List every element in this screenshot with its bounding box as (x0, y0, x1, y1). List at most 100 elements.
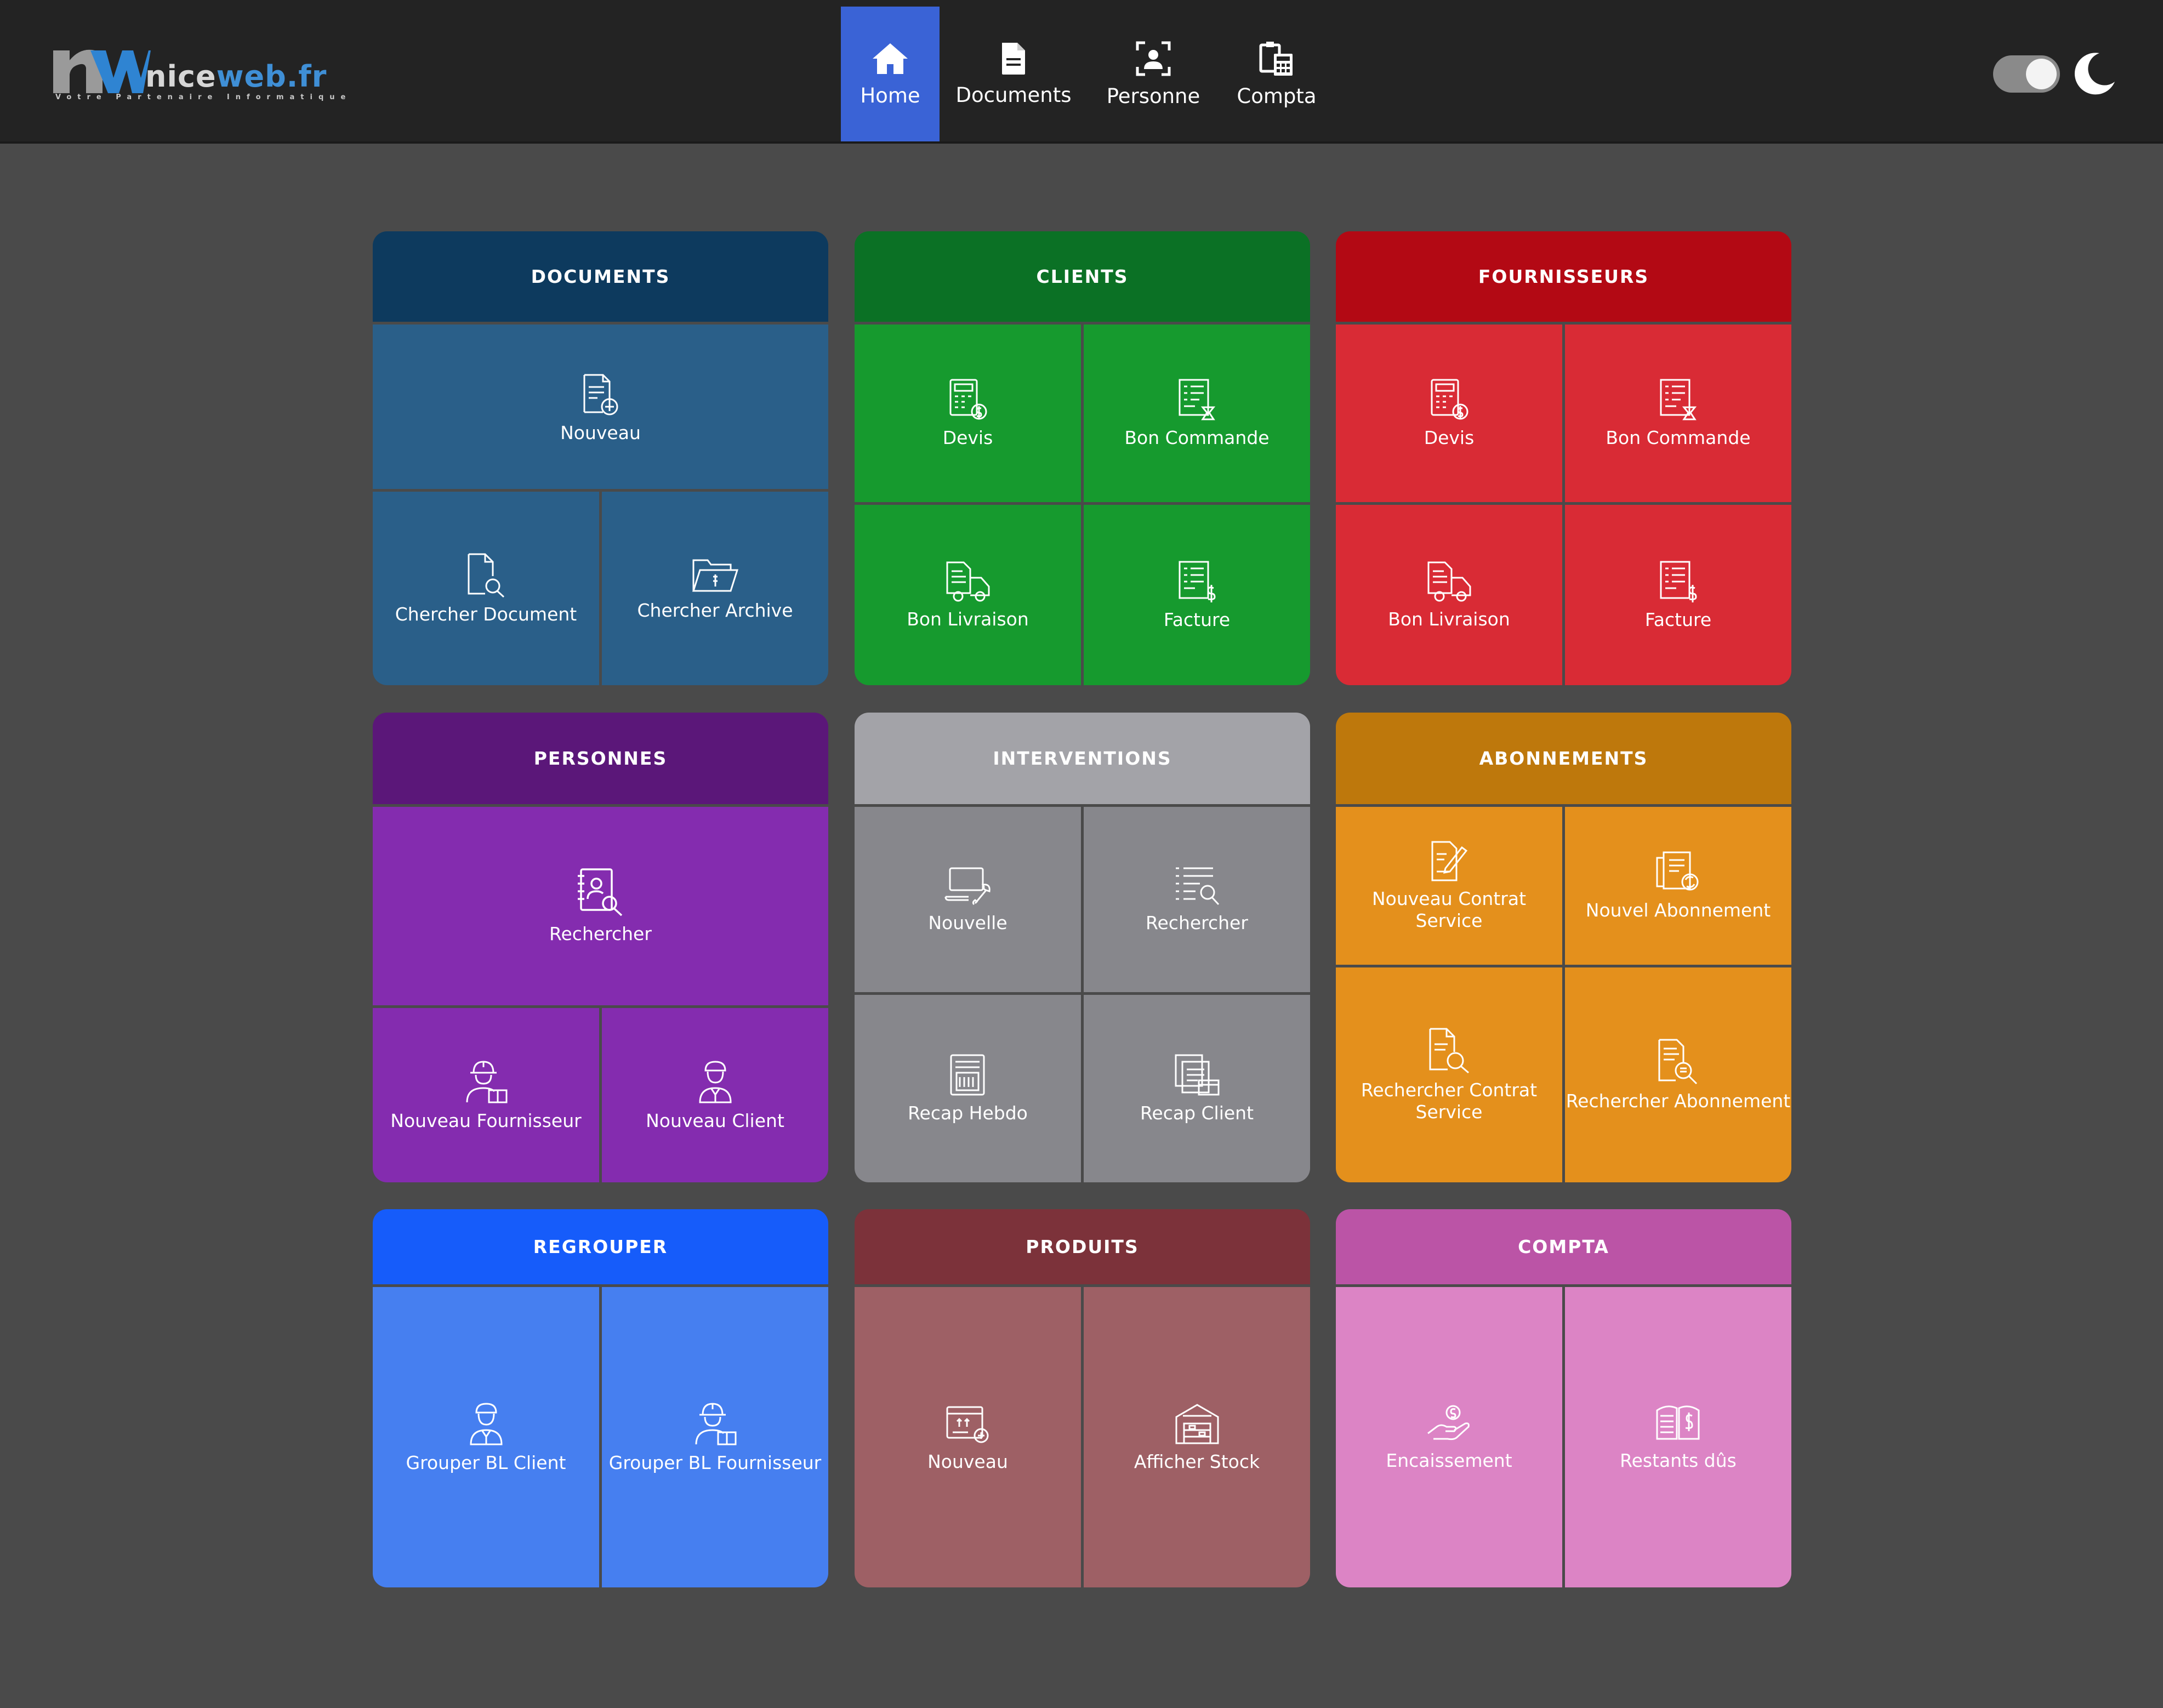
tile-recap-client-label: Recap Client (1140, 1102, 1254, 1124)
tile-encaissement[interactable]: Encaissement (1336, 1287, 1562, 1587)
nav-personne[interactable]: Personne (1088, 7, 1219, 141)
laptop-repair-icon (944, 867, 991, 906)
card-personnes-title: PERSONNES (373, 713, 828, 807)
tile-chercher-document[interactable]: Chercher Document (373, 492, 599, 685)
tile-nouveau-fournisseur-label: Nouveau Fournisseur (390, 1110, 582, 1132)
card-personnes: PERSONNES Rechercher Nouveau Fournisseur… (373, 713, 828, 1182)
document-icon (1002, 42, 1025, 75)
logo[interactable]: niceweb.fr Votre Partenaire Informatique (52, 38, 345, 110)
subscription-search-icon (1658, 1039, 1697, 1085)
nav-documents[interactable]: Documents (940, 7, 1088, 141)
card-abonnements-title: ABONNEMENTS (1336, 713, 1791, 807)
tile-documents-nouveau[interactable]: Nouveau (373, 324, 828, 492)
tile-clients-bon-livraison[interactable]: Bon Livraison (855, 505, 1081, 685)
nav-home-label: Home (860, 83, 920, 107)
theme-switcher (1993, 52, 2115, 99)
card-documents-title: DOCUMENTS (373, 231, 828, 324)
delivery-truck-icon (946, 561, 989, 602)
tile-clients-devis[interactable]: Devis (855, 324, 1081, 502)
tile-documents-nouveau-label: Nouveau (560, 422, 641, 443)
tile-grouper-bl-client[interactable]: Grouper BL Client (373, 1287, 599, 1587)
subscription-renew-icon (1656, 851, 1698, 891)
contact-search-icon (577, 868, 622, 916)
card-interventions: INTERVENTIONS Nouvelle Rechercher Recap … (855, 713, 1310, 1182)
tile-grouper-bl-fournisseur[interactable]: Grouper BL Fournisseur (602, 1287, 828, 1587)
tile-nouveau-fournisseur[interactable]: Nouveau Fournisseur (373, 1008, 599, 1182)
tile-fournisseurs-facture-label: Facture (1644, 608, 1712, 630)
order-form-icon (1179, 379, 1215, 420)
logo-text-nice: nice (145, 59, 217, 94)
tile-chercher-archive[interactable]: Chercher Archive (602, 492, 828, 685)
tile-chercher-document-label: Chercher Document (395, 603, 577, 625)
tile-recap-hebdo[interactable]: Recap Hebdo (855, 995, 1081, 1182)
tile-fournisseurs-facture[interactable]: Facture (1565, 505, 1791, 685)
supplier-worker-icon (466, 1061, 507, 1103)
tile-interventions-nouvelle-label: Nouvelle (928, 912, 1007, 934)
invoice-icon (1660, 561, 1697, 602)
client-report-icon (1175, 1054, 1219, 1096)
new-product-box-icon (946, 1406, 988, 1443)
card-abonnements: ABONNEMENTS Nouveau Contrat Service Nouv… (1336, 713, 1791, 1182)
tile-fournisseurs-bon-livraison[interactable]: Bon Livraison (1336, 505, 1562, 685)
tile-recap-hebdo-label: Recap Hebdo (908, 1102, 1028, 1124)
top-navbar: niceweb.fr Votre Partenaire Informatique… (0, 0, 2163, 144)
tile-fournisseurs-devis[interactable]: Devis (1336, 324, 1562, 502)
tile-clients-bon-commande[interactable]: Bon Commande (1084, 324, 1310, 502)
tile-clients-facture-label: Facture (1163, 608, 1231, 630)
nav-personne-label: Personne (1106, 84, 1200, 108)
tile-nouvel-abonnement[interactable]: Nouvel Abonnement (1565, 807, 1791, 965)
new-document-icon (583, 374, 618, 415)
card-regrouper-title: REGROUPER (373, 1209, 828, 1287)
client-person-icon (469, 1403, 503, 1445)
tile-restants-dus[interactable]: Restants dûs (1565, 1287, 1791, 1587)
ledger-book-icon (1656, 1405, 1699, 1440)
tile-interventions-rechercher-label: Rechercher (1146, 912, 1248, 934)
tile-grouper-bl-client-label: Grouper BL Client (406, 1452, 566, 1474)
card-produits: PRODUITS Nouveau Afficher Stock (855, 1209, 1310, 1587)
tile-nouveau-contrat-service-label: Nouveau Contrat Service (1371, 888, 1527, 931)
tile-rechercher-abonnement[interactable]: Rechercher Abonnement (1565, 967, 1791, 1182)
toggle-knob (2026, 59, 2057, 89)
nav-compta[interactable]: Compta (1219, 7, 1334, 141)
delivery-truck-icon (1427, 561, 1471, 602)
contract-edit-icon (1431, 841, 1467, 881)
tile-interventions-nouvelle[interactable]: Nouvelle (855, 807, 1081, 992)
logo-mark (53, 49, 151, 93)
tile-personnes-rechercher[interactable]: Rechercher (373, 807, 828, 1005)
person-icon (1136, 41, 1171, 76)
tile-produits-nouveau-label: Nouveau (927, 1451, 1008, 1473)
logo-text: niceweb.fr (145, 59, 327, 94)
tile-interventions-rechercher[interactable]: Rechercher (1084, 807, 1310, 992)
tile-nouveau-client-label: Nouveau Client (646, 1110, 784, 1132)
card-clients: CLIENTS Devis Bon Commande Bon Livraison (855, 231, 1310, 685)
tile-chercher-archive-label: Chercher Archive (637, 599, 793, 621)
card-fournisseurs: FOURNISSEURS Devis Bon Commande Bon Livr… (1336, 231, 1791, 685)
tile-fournisseurs-bon-commande[interactable]: Bon Commande (1565, 324, 1791, 502)
order-form-icon (1660, 379, 1697, 420)
tile-clients-facture[interactable]: Facture (1084, 505, 1310, 685)
tile-nouveau-contrat-service[interactable]: Nouveau Contrat Service (1336, 807, 1562, 965)
tile-produits-nouveau[interactable]: Nouveau (855, 1287, 1081, 1587)
nav-home[interactable]: Home (841, 7, 940, 141)
nav-compta-label: Compta (1237, 84, 1317, 108)
moon-icon (2074, 53, 2115, 95)
archive-folder-icon (692, 559, 738, 592)
main-nav: Home Documents Personne Compta (841, 7, 1334, 141)
logo-text-web: web.fr (216, 59, 327, 94)
card-documents: DOCUMENTS Nouveau Chercher Document Cher… (373, 231, 828, 685)
search-document-icon (468, 553, 504, 597)
tile-afficher-stock[interactable]: Afficher Stock (1084, 1287, 1310, 1587)
tile-recap-client[interactable]: Recap Client (1084, 995, 1310, 1182)
tile-nouveau-client[interactable]: Nouveau Client (602, 1008, 828, 1182)
tile-afficher-stock-label: Afficher Stock (1134, 1451, 1260, 1473)
dark-mode-toggle[interactable] (1993, 55, 2060, 93)
invoice-icon (1179, 561, 1216, 602)
tile-rechercher-contrat-service[interactable]: Rechercher Contrat Service (1336, 967, 1562, 1182)
contract-search-icon (1429, 1028, 1469, 1074)
tile-fournisseurs-bon-livraison-label: Bon Livraison (1388, 608, 1510, 630)
client-person-icon (698, 1061, 732, 1103)
card-compta: COMPTA Encaissement Restants dûs (1336, 1209, 1791, 1587)
tile-encaissement-label: Encaissement (1386, 1450, 1512, 1472)
card-interventions-title: INTERVENTIONS (855, 713, 1310, 807)
tile-fournisseurs-devis-label: Devis (1424, 427, 1475, 449)
